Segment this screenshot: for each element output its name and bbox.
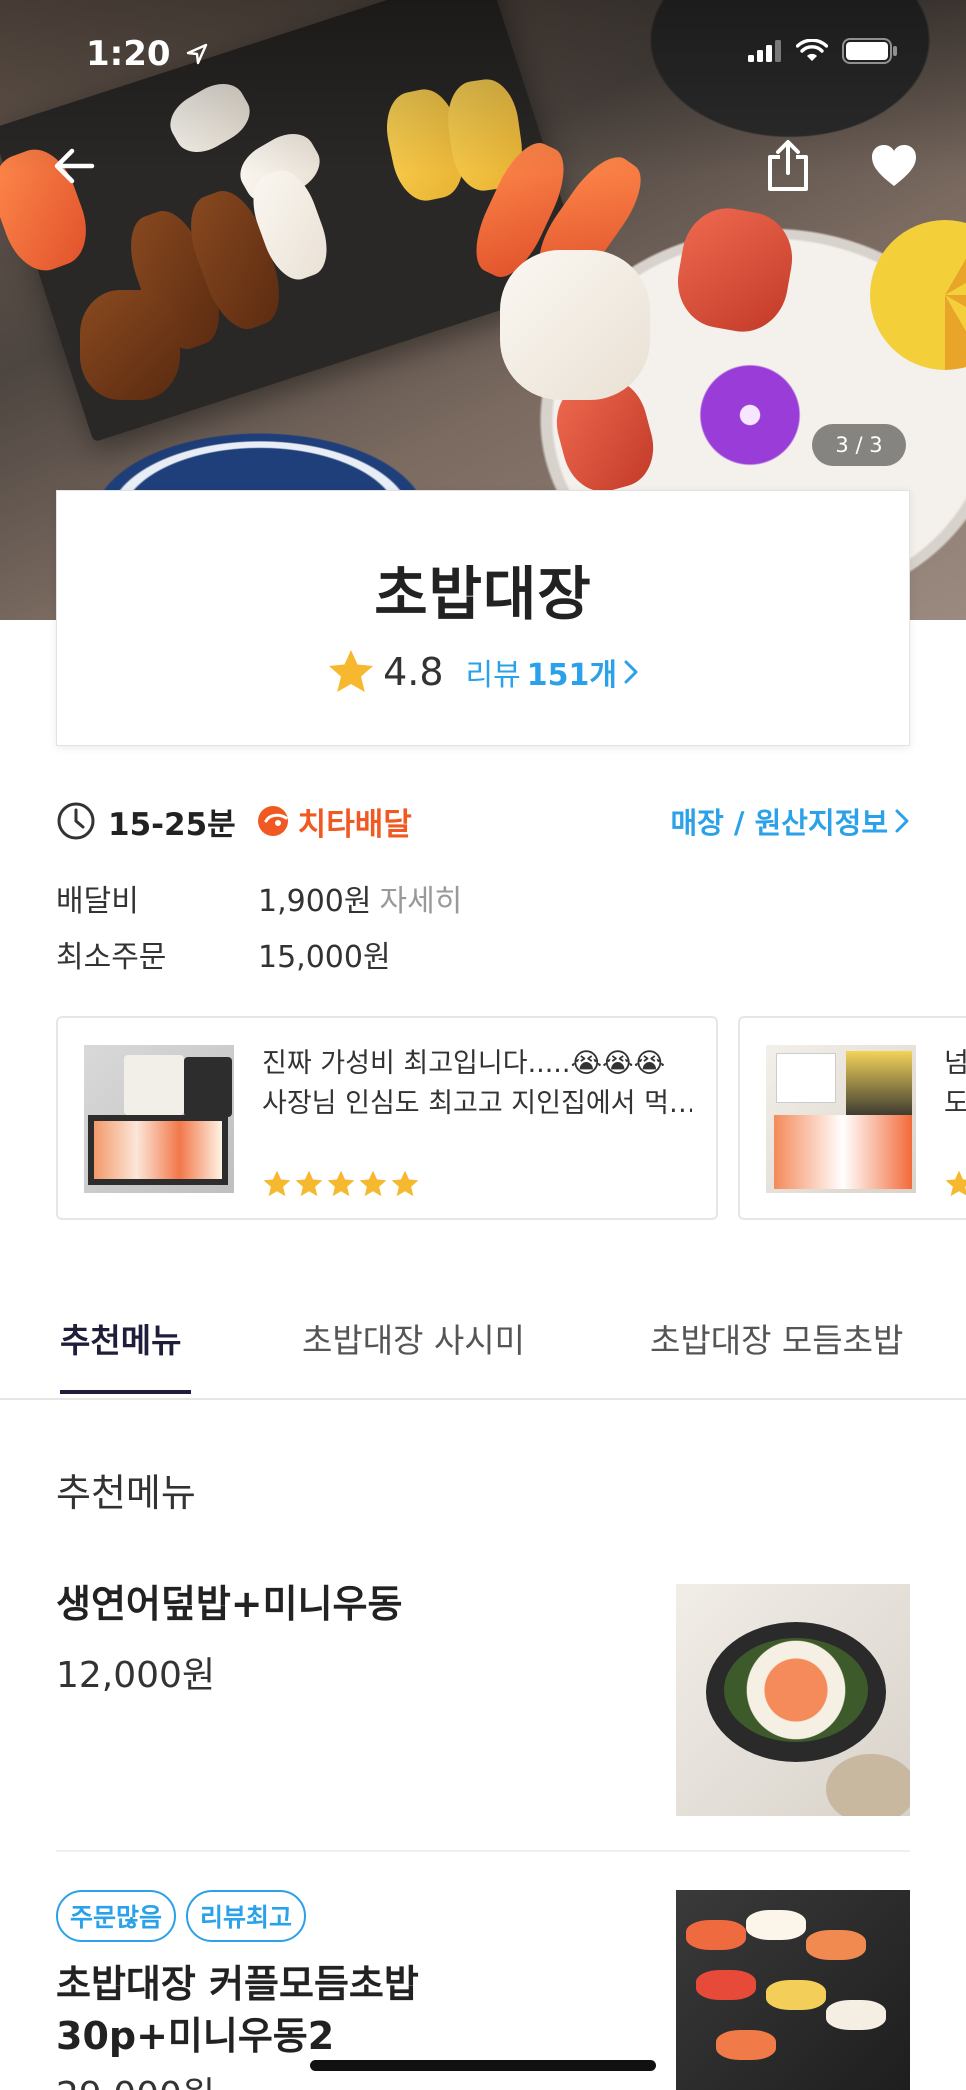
star-icon	[329, 650, 374, 692]
back-arrow-icon	[54, 148, 95, 184]
star-icon	[327, 1170, 355, 1197]
share-button[interactable]	[760, 138, 816, 194]
clock-icon	[57, 802, 95, 840]
cellular-signal-icon	[748, 40, 781, 62]
star-icon	[391, 1170, 419, 1197]
tab-assorted-sushi[interactable]: 초밥대장 모듬초밥	[650, 1314, 903, 1362]
review-stars	[262, 1170, 420, 1198]
review-card[interactable]: 진짜 가성비 최고입니다.....😭😭😭 사장님 인심도 최고고 지인집에서 먹…	[56, 1016, 718, 1220]
popular-badge: 주문많음	[56, 1890, 177, 1942]
menu-item-image-sushi	[746, 1910, 806, 1940]
menu-item-badges: 주문많음 리뷰최고	[56, 1890, 307, 1942]
review-count: 151개	[526, 658, 617, 693]
rating-value: 4.8	[383, 650, 444, 694]
status-time: 1:20	[86, 34, 208, 74]
back-button[interactable]	[46, 138, 102, 194]
menu-tab-bar: 추천메뉴 초밥대장 사시미 초밥대장 모듬초밥	[0, 1298, 966, 1400]
review-text: 진짜 가성비 최고입니다.....😭😭😭 사장님 인심도 최고고 지인집에서 먹…	[262, 1044, 692, 1124]
tab-recommended[interactable]: 추천메뉴	[60, 1314, 181, 1362]
menu-divider	[56, 1850, 910, 1852]
review-line-1: 진짜 가성비 최고입니다.....😭😭😭	[262, 1048, 666, 1079]
menu-item-name-line-1: 초밥대장 커플모듬초밥	[56, 1962, 419, 2006]
section-title: 추천메뉴	[56, 1471, 196, 1515]
menu-item-name: 생연어덮밥+미니우동	[56, 1582, 403, 1626]
cheetah-logo-icon	[257, 806, 288, 836]
tab-active-indicator	[60, 1390, 191, 1394]
min-order-row: 최소주문 15,000원	[56, 932, 391, 976]
star-icon	[263, 1170, 291, 1197]
status-time-text: 1:20	[86, 34, 171, 74]
delivery-info-row: 15-25분 치타배달 매장 / 원산지정보	[56, 796, 910, 846]
menu-item-price: 29,000원	[56, 2066, 215, 2090]
origin-info-link[interactable]: 매장 / 원산지정보	[670, 800, 910, 842]
share-icon	[768, 140, 808, 191]
review-photo-dish	[846, 1051, 912, 1121]
wifi-icon	[796, 39, 828, 61]
star-icon	[295, 1170, 323, 1197]
menu-item-price: 12,000원	[56, 1655, 216, 1696]
chevron-right-icon	[624, 660, 638, 684]
review-photo-dish	[124, 1055, 184, 1115]
star-icon	[945, 1170, 966, 1197]
status-icons	[748, 38, 898, 64]
review-stars	[944, 1170, 966, 1198]
home-indicator[interactable]	[310, 2060, 656, 2071]
origin-info-text: 매장 / 원산지정보	[670, 806, 888, 840]
min-order-value: 15,000원	[258, 940, 391, 975]
menu-item-image-sushi	[716, 2030, 776, 2060]
review-photo	[766, 1045, 916, 1193]
menu-item-image-sushi	[686, 1920, 746, 1950]
store-name: 초밥대장	[374, 560, 592, 628]
menu-item-image-sushi	[766, 1980, 826, 2010]
delivery-fee-value: 1,900원	[258, 884, 372, 919]
cheetah-delivery-badge: 치타배달	[256, 799, 412, 844]
menu-item-image	[676, 1890, 910, 2090]
image-pager-text: 3 / 3	[835, 433, 883, 457]
review-photo-dish	[776, 1053, 836, 1103]
chevron-right-icon	[895, 809, 909, 833]
cheetah-delivery-text: 치타배달	[297, 806, 412, 843]
tab-sashimi[interactable]: 초밥대장 사시미	[302, 1314, 525, 1362]
delivery-fee-label: 배달비	[56, 884, 139, 919]
review-card[interactable]: 넘 도	[738, 1016, 966, 1220]
battery-icon	[842, 38, 897, 64]
review-photo-dish	[88, 1115, 228, 1185]
menu-item-image-sushi	[826, 2000, 886, 2030]
review-photo-dish	[774, 1115, 912, 1189]
review-link[interactable]: 리뷰 151개	[466, 650, 639, 694]
image-pager: 3 / 3	[812, 424, 906, 466]
review-line-2: 도	[944, 1088, 966, 1119]
star-icon	[359, 1170, 387, 1197]
favorite-button[interactable]	[866, 138, 922, 194]
menu-item-image-sushi	[806, 1930, 866, 1960]
best-review-badge: 리뷰최고	[186, 1890, 307, 1942]
delivery-time: 15-25분	[108, 806, 236, 843]
menu-item-image-sushi	[696, 1970, 756, 2000]
review-line-1: 넘	[944, 1048, 966, 1079]
heart-icon	[872, 145, 916, 186]
menu-item-image-food	[724, 1638, 868, 1742]
review-photo	[84, 1045, 234, 1193]
menu-item-name-line-2: 30p+미니우동2	[56, 2014, 335, 2058]
review-photo-dish	[184, 1057, 232, 1117]
menu-item-name: 초밥대장 커플모듬초밥 30p+미니우동2	[56, 1958, 419, 2062]
menu-item-image-side	[826, 1754, 910, 1816]
review-link-prefix: 리뷰	[465, 658, 521, 693]
store-title-card: 초밥대장 4.8 리뷰 151개	[56, 490, 910, 746]
review-line-2: 사장님 인심도 최고고 지인집에서 먹…	[262, 1088, 692, 1119]
menu-item-image	[676, 1584, 910, 1816]
location-arrow-icon	[187, 43, 208, 65]
review-text: 넘 도	[944, 1044, 966, 1124]
delivery-fee-row: 배달비 1,900원 자세히	[56, 876, 462, 920]
min-order-label: 최소주문	[56, 940, 167, 975]
rating-row: 4.8 리뷰 151개	[57, 649, 909, 695]
delivery-fee-detail-link[interactable]: 자세히	[379, 876, 462, 920]
